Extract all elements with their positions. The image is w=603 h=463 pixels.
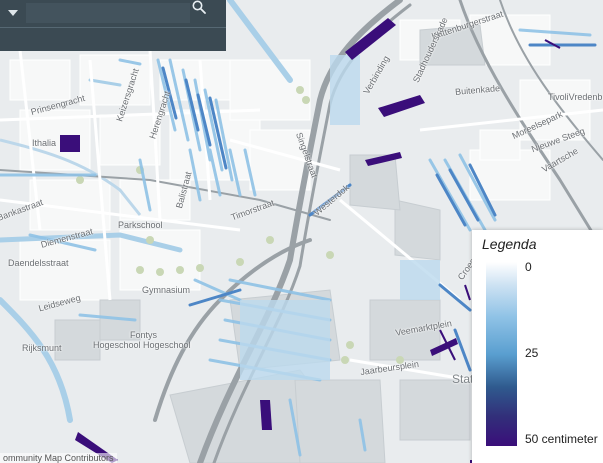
label-fontys: Fontys	[130, 330, 158, 340]
legend-value-mid: 25	[525, 346, 539, 360]
label-daendelsstraat: Daendelsstraat	[8, 258, 69, 268]
legend-title: Legenda	[482, 236, 537, 252]
label-thalia: Ithalia	[32, 138, 57, 148]
legend-color-ramp	[486, 262, 517, 446]
chevron-down-icon	[8, 10, 18, 16]
legend-panel: Legenda 0 25 50 centimeter	[472, 230, 603, 463]
legend-value-top: 0	[525, 260, 532, 274]
search-results-row	[0, 27, 226, 51]
map-attribution: ommunity Map Contributors	[0, 453, 117, 463]
search-panel	[0, 0, 226, 51]
search-input[interactable]	[26, 3, 190, 23]
label-gymnasium: Gymnasium	[142, 285, 191, 295]
map-view[interactable]: Kattenburgerstraat Stadhouderskade Timor…	[0, 0, 603, 463]
label-parkschool: Parkschool	[118, 220, 163, 230]
label-hogeschool: Hogeschool Hogeschool	[93, 340, 191, 350]
search-row	[0, 0, 226, 26]
search-icon	[192, 0, 206, 14]
dropdown-button[interactable]	[0, 0, 26, 26]
label-stat: Stat	[452, 372, 474, 386]
search-button[interactable]	[192, 0, 226, 26]
label-tivoli: TivoliVredenburg	[548, 92, 603, 102]
legend-value-bottom: 50 centimeter	[525, 432, 598, 446]
label-rijksmunt: Rijksmunt	[22, 343, 62, 353]
